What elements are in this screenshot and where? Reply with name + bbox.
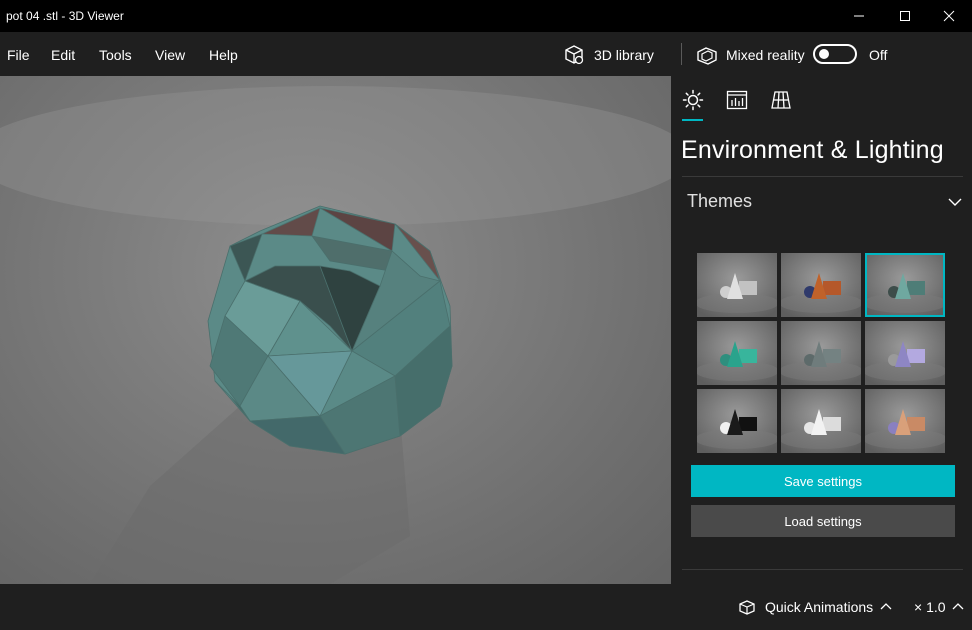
menu-tools[interactable]: Tools — [99, 47, 132, 63]
theme-swatch-grid — [697, 253, 945, 453]
menu-file[interactable]: File — [7, 47, 30, 63]
theme-swatch[interactable] — [697, 321, 777, 385]
status-bar: Quick Animations × 1.0 — [0, 584, 972, 630]
3d-library-button[interactable]: 3D library — [563, 42, 654, 68]
side-panel: Environment & Lighting Themes Save setti… — [671, 76, 972, 584]
model-render — [0, 86, 671, 584]
panel-bottom-divider — [682, 569, 963, 570]
theme-swatch[interactable] — [865, 389, 945, 453]
theme-swatch[interactable] — [865, 253, 945, 317]
mixed-reality-icon — [697, 47, 717, 65]
theme-swatch[interactable] — [781, 321, 861, 385]
maximize-button[interactable] — [882, 0, 928, 32]
minimize-icon — [854, 15, 864, 17]
mixed-reality-button[interactable]: Mixed reality — [696, 42, 805, 68]
theme-swatch[interactable] — [697, 253, 777, 317]
theme-swatch[interactable] — [781, 253, 861, 317]
title-bar: pot 04 .stl - 3D Viewer — [0, 0, 972, 32]
chart-icon — [726, 90, 748, 110]
chevron-up-icon — [880, 603, 892, 610]
chevron-down-icon — [948, 198, 962, 206]
themes-header[interactable]: Themes — [682, 177, 963, 227]
save-settings-button[interactable]: Save settings — [691, 465, 955, 497]
animation-icon — [739, 600, 755, 615]
cube-icon — [565, 45, 584, 65]
sun-icon — [682, 89, 704, 111]
tab-stats[interactable] — [725, 88, 749, 112]
animation-speed-button[interactable]: × 1.0 — [914, 599, 964, 615]
theme-swatch[interactable] — [865, 321, 945, 385]
animation-speed-label: × 1.0 — [914, 599, 946, 615]
minimize-button[interactable] — [836, 0, 882, 32]
toggle-knob — [819, 49, 829, 59]
chevron-up-icon — [952, 603, 963, 610]
themes-label: Themes — [687, 191, 753, 211]
quick-animations-button[interactable]: Quick Animations — [738, 599, 892, 615]
tab-environment-lighting[interactable] — [681, 88, 705, 112]
window-title: pot 04 .stl - 3D Viewer — [6, 9, 124, 23]
3d-viewport[interactable] — [0, 76, 671, 584]
tab-grid[interactable] — [769, 88, 793, 112]
menu-view[interactable]: View — [155, 47, 185, 63]
3d-library-label: 3D library — [594, 47, 654, 63]
theme-swatch[interactable] — [697, 389, 777, 453]
mixed-reality-toggle[interactable] — [813, 44, 857, 64]
close-button[interactable] — [926, 0, 972, 32]
theme-swatch[interactable] — [781, 389, 861, 453]
menu-divider — [681, 43, 682, 65]
load-settings-button[interactable]: Load settings — [691, 505, 955, 537]
mixed-reality-state: Off — [869, 47, 888, 63]
close-icon — [943, 10, 955, 22]
active-tab-indicator — [682, 119, 703, 121]
grid-icon — [771, 91, 791, 109]
quick-animations-label: Quick Animations — [765, 599, 874, 615]
menu-help[interactable]: Help — [209, 47, 238, 63]
panel-title: Environment & Lighting — [681, 136, 944, 164]
menu-edit[interactable]: Edit — [51, 47, 75, 63]
menu-bar: File Edit Tools View Help 3D library Mix… — [0, 32, 972, 76]
mixed-reality-label: Mixed reality — [726, 47, 805, 63]
maximize-icon — [900, 11, 910, 21]
